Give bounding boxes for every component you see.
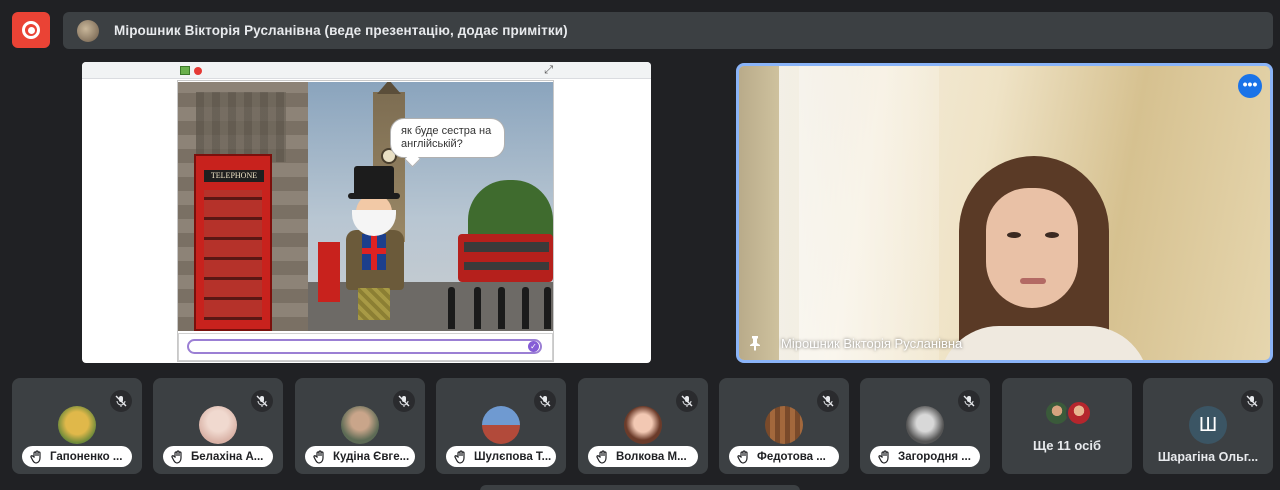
mic-off-icon: [110, 390, 132, 412]
mic-off-icon: [393, 390, 415, 412]
participant-tile[interactable]: Белахіна А...: [153, 378, 283, 474]
participant-tile[interactable]: Кудіна Євге...: [295, 378, 425, 474]
answer-area: ✓: [178, 333, 553, 361]
raise-hand-icon: [596, 449, 607, 464]
presenter-title: Мірошник Вікторія Русланівна (веде презе…: [114, 23, 568, 38]
avatar: [765, 406, 803, 444]
name-chip: Волкова М...: [588, 446, 698, 467]
avatar: [58, 406, 96, 444]
presenter-bar[interactable]: Мірошник Вікторія Русланівна (веде презе…: [63, 12, 1273, 49]
mic-off-icon: [817, 390, 839, 412]
raise-hand-icon: [313, 449, 324, 464]
name-chip: Белахіна А...: [163, 446, 273, 467]
presenter-avatar: [77, 19, 99, 42]
avatar: [341, 406, 379, 444]
meeting-window: Мірошник Вікторія Русланівна (веде презе…: [0, 0, 1280, 490]
scratch-toolbar: ⤢: [82, 62, 651, 79]
raise-hand-icon: [454, 449, 465, 464]
avatar: [482, 406, 520, 444]
speaker-person: [939, 156, 1149, 360]
record-icon: [22, 21, 40, 39]
raise-hand-icon: [30, 449, 41, 464]
telephone-box: TELEPHONE: [194, 154, 272, 331]
participant-tile[interactable]: Федотова ...: [719, 378, 849, 474]
participant-tile[interactable]: Загородня ...: [860, 378, 990, 474]
recording-button[interactable]: [12, 12, 50, 48]
name-chip: Кудіна Євге...: [305, 446, 415, 467]
name-chip: Шулєпова Т...: [446, 446, 556, 467]
mic-off-icon: [676, 390, 698, 412]
name-chip: Федотова ...: [729, 446, 839, 467]
mic-off-icon: [958, 390, 980, 412]
name-chip: Загородня ...: [870, 446, 980, 467]
participant-tile[interactable]: Волкова М...: [578, 378, 708, 474]
pin-icon[interactable]: [748, 335, 762, 351]
participant-name: Загородня ...: [898, 450, 971, 463]
stop-icon[interactable]: [194, 67, 202, 75]
participant-tile[interactable]: Шулєпова Т...: [436, 378, 566, 474]
more-options-button[interactable]: •••: [1238, 74, 1262, 98]
more-participants-tile[interactable]: Ще 11 осіб: [1002, 378, 1132, 474]
speaker-name: Мірошник Вікторія Русланівна: [781, 336, 963, 351]
participant-name: Белахіна А...: [191, 450, 264, 463]
fullscreen-icon[interactable]: ⤢: [544, 64, 553, 77]
initial-avatar: Ш: [1189, 406, 1227, 444]
shared-screen[interactable]: ⤢ TELEPHONE як буде сестра на англійські…: [82, 62, 651, 363]
participant-name: Шулєпова Т...: [474, 450, 552, 463]
participant-name: Волкова М...: [616, 450, 687, 463]
speaker-video[interactable]: ••• Мірошник Вікторія Русланівна: [736, 63, 1273, 363]
mic-off-icon: [1241, 390, 1263, 412]
answer-input[interactable]: ✓: [187, 339, 542, 354]
red-bus: [458, 234, 553, 282]
check-icon[interactable]: ✓: [528, 341, 539, 352]
name-chip: Гапоненко ...: [22, 446, 132, 467]
participant-name: Федотова ...: [757, 450, 826, 463]
controls-bar-edge: [480, 485, 800, 490]
avatar: [199, 406, 237, 444]
mic-off-icon: [534, 390, 556, 412]
avatar: [906, 406, 944, 444]
participant-tile[interactable]: Гапоненко ...: [12, 378, 142, 474]
more-participants-label: Ще 11 осіб: [1032, 438, 1102, 453]
participant-name: Кудіна Євге...: [333, 450, 410, 463]
cartoon-gentleman: [338, 166, 418, 326]
grouped-avatars: [1044, 400, 1094, 428]
participant-name: Гапоненко ...: [50, 450, 123, 463]
speech-bubble: як буде сестра на англійській?: [390, 118, 505, 158]
raise-hand-icon: [737, 449, 748, 464]
avatar: [624, 406, 662, 444]
telephone-sign: TELEPHONE: [204, 170, 264, 182]
raise-hand-icon: [171, 449, 182, 464]
participant-name: Шарагіна Ольг...: [1157, 450, 1259, 464]
raise-hand-icon: [878, 449, 889, 464]
participant-tile[interactable]: Ш Шарагіна Ольг...: [1143, 378, 1273, 474]
mic-off-icon: [251, 390, 273, 412]
green-flag-icon[interactable]: [180, 66, 190, 75]
